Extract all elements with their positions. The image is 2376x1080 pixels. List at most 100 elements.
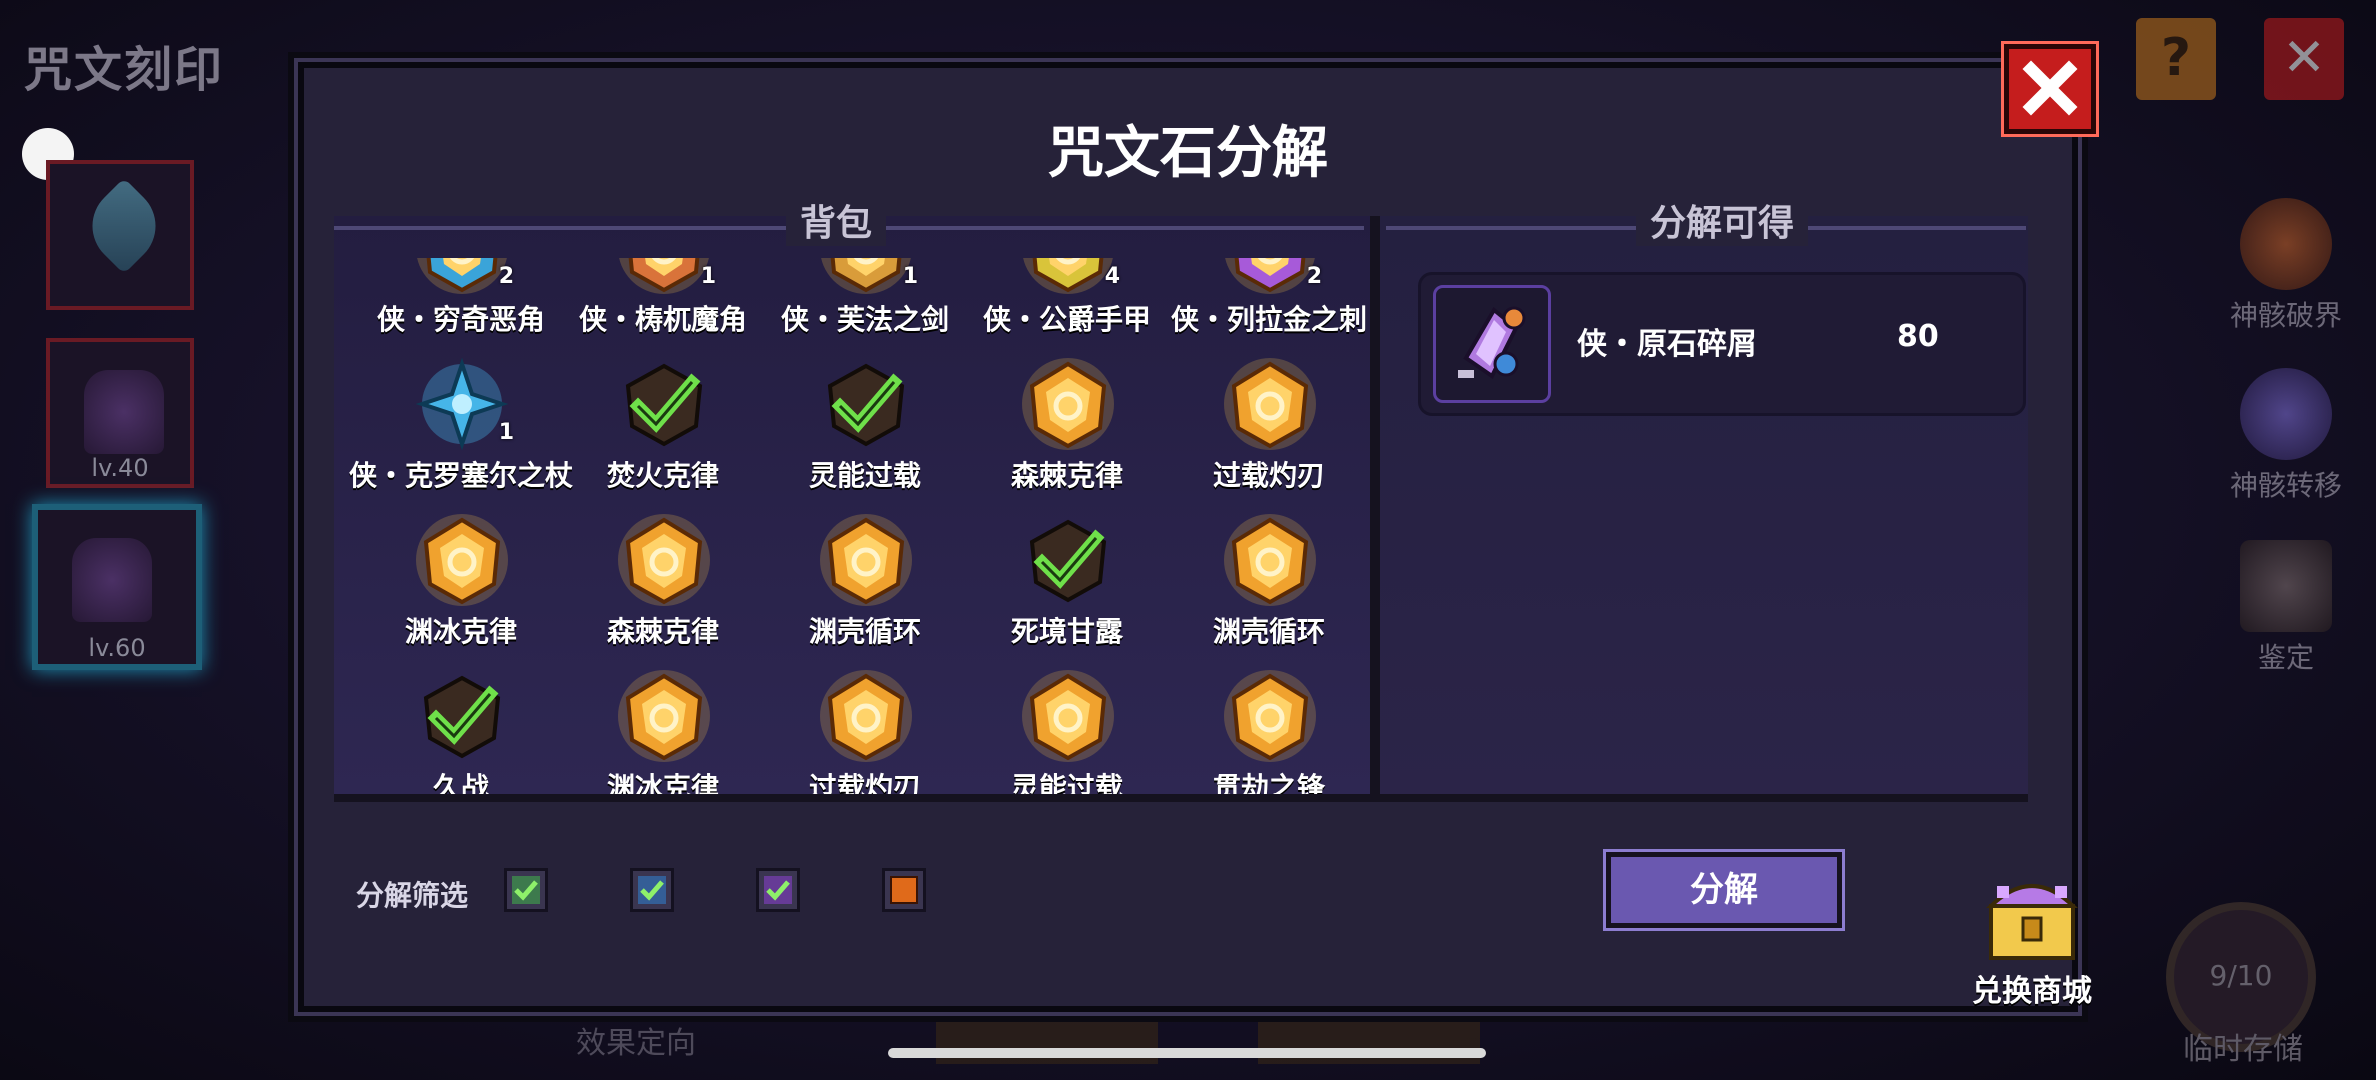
decompose-button[interactable]: 分解 xyxy=(1603,849,1845,931)
equip-slot-3[interactable]: lv.60 xyxy=(32,504,202,670)
rune-stone-icon xyxy=(414,356,510,452)
menu-shenhai-pojie[interactable]: 神骸破界 xyxy=(2226,198,2346,334)
backpack-item[interactable]: 2 侠・穷奇恶角 xyxy=(356,258,566,350)
item-count: 2 xyxy=(498,264,514,289)
item-count: 4 xyxy=(1104,264,1120,289)
backpack-item[interactable]: 渊冰克律 xyxy=(356,512,566,662)
rune-stone-icon xyxy=(1222,512,1318,608)
rune-stone-icon xyxy=(818,668,914,764)
item-name: 贯劫之锋 xyxy=(1212,771,1325,794)
rune-stone-icon xyxy=(1020,512,1116,608)
item-name: 侠・列拉金之刺 xyxy=(1170,303,1367,336)
backpack-header: 背包 xyxy=(786,194,887,246)
checkmark-icon xyxy=(764,876,792,904)
rune-stone-icon xyxy=(616,512,712,608)
divider xyxy=(1370,216,1380,794)
effect-direction-label: 效果定向 xyxy=(576,1026,696,1061)
slot-level: lv.60 xyxy=(88,634,146,662)
rune-stone-icon xyxy=(1222,668,1318,764)
backpack-item[interactable]: 渊壳循环 xyxy=(760,512,970,662)
decompose-dialog: 咒文石分解 背包 分解可得 2 侠・穷奇恶角 1 侠・梼杌魔角 1 侠・芙法之剑 4 侠・公爵… xyxy=(294,58,2082,1016)
item-count: 1 xyxy=(902,264,918,289)
backpack-item[interactable]: 久战 xyxy=(356,668,566,794)
rune-stone-icon xyxy=(1020,258,1116,296)
storage-count: 9/10 xyxy=(2209,959,2273,992)
exchange-shop-button[interactable]: 兑换商城 xyxy=(1964,866,2100,1010)
menu-jianding[interactable]: 鉴定 xyxy=(2226,540,2346,676)
rune-stone-icon xyxy=(616,356,712,452)
item-name: 过载灼刃 xyxy=(1212,459,1325,492)
rune-stone-icon xyxy=(818,258,914,296)
backpack-item[interactable]: 1 侠・芙法之剑 xyxy=(760,258,970,350)
orb-icon xyxy=(2240,368,2332,460)
demon-icon xyxy=(84,370,164,454)
home-indicator[interactable] xyxy=(888,1048,1486,1058)
result-name: 侠・原石碎屑 xyxy=(1577,327,1757,362)
rune-stone-icon xyxy=(818,512,914,608)
result-quantity: 80 xyxy=(1897,319,1939,354)
skull-orb-icon xyxy=(2240,198,2332,290)
help-button[interactable]: ? xyxy=(2136,18,2216,100)
item-grid[interactable]: 2 侠・穷奇恶角 1 侠・梼杌魔角 1 侠・芙法之剑 4 侠・公爵手甲 2 侠・列拉金之刺 1 侠・克… xyxy=(334,258,1370,794)
backpack-item[interactable]: 渊壳循环 xyxy=(1164,512,1370,662)
backpack-item[interactable]: 森棘克律 xyxy=(962,356,1172,506)
backpack-item[interactable]: 1 侠・梼杌魔角 xyxy=(558,258,768,350)
item-count: 2 xyxy=(1306,264,1322,289)
filter-checkbox[interactable] xyxy=(882,868,926,912)
equip-slot-2[interactable]: lv.40 xyxy=(46,338,194,488)
rune-stone-icon xyxy=(1222,258,1318,296)
backpack-item[interactable]: 焚火克律 xyxy=(558,356,768,506)
backpack-item[interactable]: 死境甘露 xyxy=(962,512,1172,662)
dialog-close-button[interactable] xyxy=(2001,41,2099,137)
chest-icon xyxy=(1986,884,2078,960)
backpack-item[interactable]: 灵能过载 xyxy=(962,668,1172,794)
menu-label: 神骸转移 xyxy=(2229,469,2342,502)
filter-checkbox[interactable] xyxy=(630,868,674,912)
menu-label: 鉴定 xyxy=(2257,641,2314,674)
checkmark-icon xyxy=(638,876,666,904)
backpack-item[interactable]: 4 侠・公爵手甲 xyxy=(962,258,1172,350)
menu-shenhai-zhuanyi[interactable]: 神骸转移 xyxy=(2226,368,2346,504)
rune-stone-icon xyxy=(414,512,510,608)
rune-stone-icon xyxy=(818,356,914,452)
page-title: 咒文刻印 xyxy=(24,42,225,98)
checkmark-icon xyxy=(512,876,540,904)
item-name: 渊壳循环 xyxy=(1212,615,1325,648)
rune-stone-icon xyxy=(1222,356,1318,452)
filter-label: 分解筛选 xyxy=(356,879,469,912)
demon-icon xyxy=(72,538,152,622)
backpack-item[interactable]: 1 侠・克罗塞尔之杖 xyxy=(349,356,573,506)
unchecked-box-icon xyxy=(890,876,918,904)
result-item: 侠・原石碎屑 80 xyxy=(1418,272,2026,416)
backpack-item[interactable]: 2 侠・列拉金之刺 xyxy=(1164,258,1370,350)
backpack-item[interactable]: 灵能过载 xyxy=(760,356,970,506)
backpack-item[interactable]: 渊冰克律 xyxy=(558,668,768,794)
dialog-title: 咒文石分解 xyxy=(1048,121,1328,186)
menu-label: 神骸破界 xyxy=(2229,299,2342,332)
anvil-icon xyxy=(2240,540,2332,632)
item-count: 1 xyxy=(700,264,716,289)
shard-icon xyxy=(1433,285,1551,403)
rune-stone-icon xyxy=(616,668,712,764)
result-header: 分解可得 xyxy=(1636,194,1809,246)
equip-slot-1[interactable] xyxy=(46,160,194,310)
shop-label: 兑换商城 xyxy=(1972,974,2092,1009)
rune-stone-icon xyxy=(1020,356,1116,452)
rune-stone-icon xyxy=(414,258,510,296)
storage-label: 临时存储 xyxy=(2183,1032,2303,1067)
backpack-item[interactable]: 森棘克律 xyxy=(558,512,768,662)
rune-stone-icon xyxy=(616,258,712,296)
page-close-button[interactable]: ✕ xyxy=(2264,18,2344,100)
backpack-item[interactable]: 贯劫之锋 xyxy=(1164,668,1370,794)
slot-level: lv.40 xyxy=(91,454,149,482)
item-count: 1 xyxy=(498,420,514,445)
filter-checkbox[interactable] xyxy=(504,868,548,912)
backpack-item[interactable]: 过载灼刃 xyxy=(760,668,970,794)
sword-icon xyxy=(75,177,173,275)
close-icon xyxy=(2022,60,2078,116)
backpack-item[interactable]: 过载灼刃 xyxy=(1164,356,1370,506)
filter-checkbox[interactable] xyxy=(756,868,800,912)
divider xyxy=(334,794,2028,802)
rune-stone-icon xyxy=(1020,668,1116,764)
rune-stone-icon xyxy=(414,668,510,764)
